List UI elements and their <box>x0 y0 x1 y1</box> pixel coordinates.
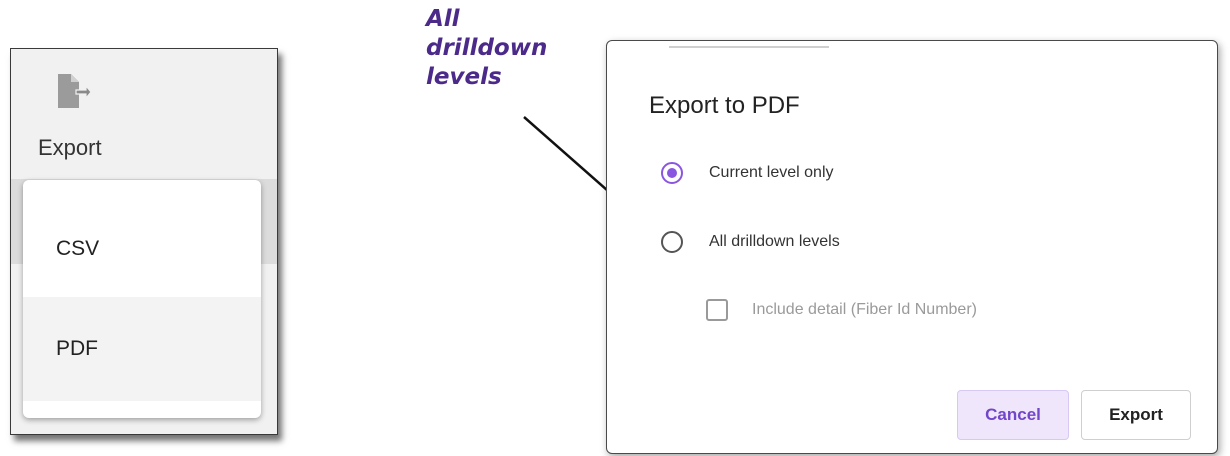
export-dropdown-menu: CSV PDF <box>23 180 261 418</box>
radio-unselected-icon[interactable] <box>661 231 683 253</box>
radio-selected-icon[interactable] <box>661 162 683 184</box>
export-pdf-dialog: Export to PDF Current level only All dri… <box>606 40 1218 454</box>
dialog-title: Export to PDF <box>649 92 800 119</box>
cancel-button[interactable]: Cancel <box>957 390 1069 440</box>
include-detail-checkbox[interactable] <box>706 299 728 321</box>
annotation-line-2: drilldown <box>426 35 548 61</box>
radio-label-current-level: Current level only <box>709 164 834 181</box>
include-detail-label: Include detail (Fiber Id Number) <box>752 301 977 318</box>
menu-item-pdf[interactable]: PDF <box>23 297 261 401</box>
radio-current-level-only[interactable]: Current level only <box>661 158 834 188</box>
include-detail-checkbox-row[interactable]: Include detail (Fiber Id Number) <box>706 295 977 325</box>
export-button[interactable]: Export <box>1081 390 1191 440</box>
menu-item-csv[interactable]: CSV <box>23 197 261 301</box>
background-text-bleed <box>669 41 829 49</box>
radio-all-drilldown-levels[interactable]: All drilldown levels <box>661 227 840 257</box>
file-export-icon <box>58 74 92 108</box>
radio-label-all-drilldown: All drilldown levels <box>709 233 840 250</box>
export-label: Export <box>38 135 102 160</box>
annotation-line-3: levels <box>426 64 502 90</box>
annotation-callout: All drilldown levels <box>426 5 586 92</box>
annotation-line-1: All <box>426 6 460 32</box>
export-panel: Export CSV PDF <box>10 48 278 435</box>
